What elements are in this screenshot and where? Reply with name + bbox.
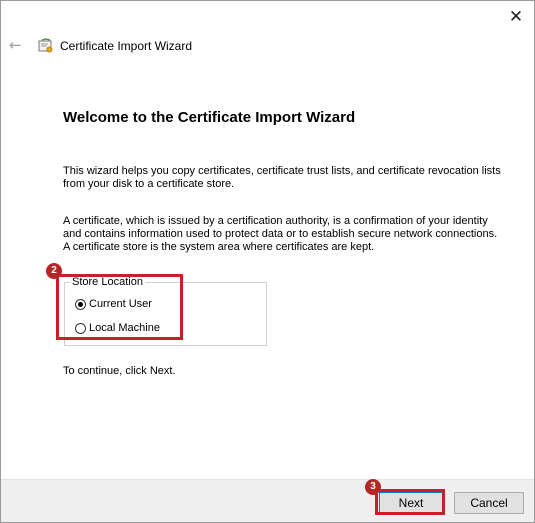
certificate-icon: [38, 38, 53, 53]
certificate-description-paragraph: A certificate, which is issued by a cert…: [63, 215, 498, 253]
continue-instruction: To continue, click Next.: [63, 365, 176, 377]
annotation-box-next: [375, 489, 445, 515]
wizard-window: ✕ ← Certificate Import Wizard Welcome to…: [0, 0, 535, 523]
annotation-box-store-location: [56, 274, 183, 340]
page-heading: Welcome to the Certificate Import Wizard: [63, 109, 356, 126]
close-icon[interactable]: ✕: [506, 7, 526, 27]
wizard-title: Certificate Import Wizard: [60, 39, 193, 53]
annotation-badge-2: 2: [46, 263, 62, 279]
annotation-badge-3: 3: [365, 479, 381, 495]
cancel-button[interactable]: Cancel: [454, 492, 524, 514]
back-arrow-icon[interactable]: ←: [9, 37, 25, 53]
intro-paragraph: This wizard helps you copy certificates,…: [63, 165, 501, 190]
